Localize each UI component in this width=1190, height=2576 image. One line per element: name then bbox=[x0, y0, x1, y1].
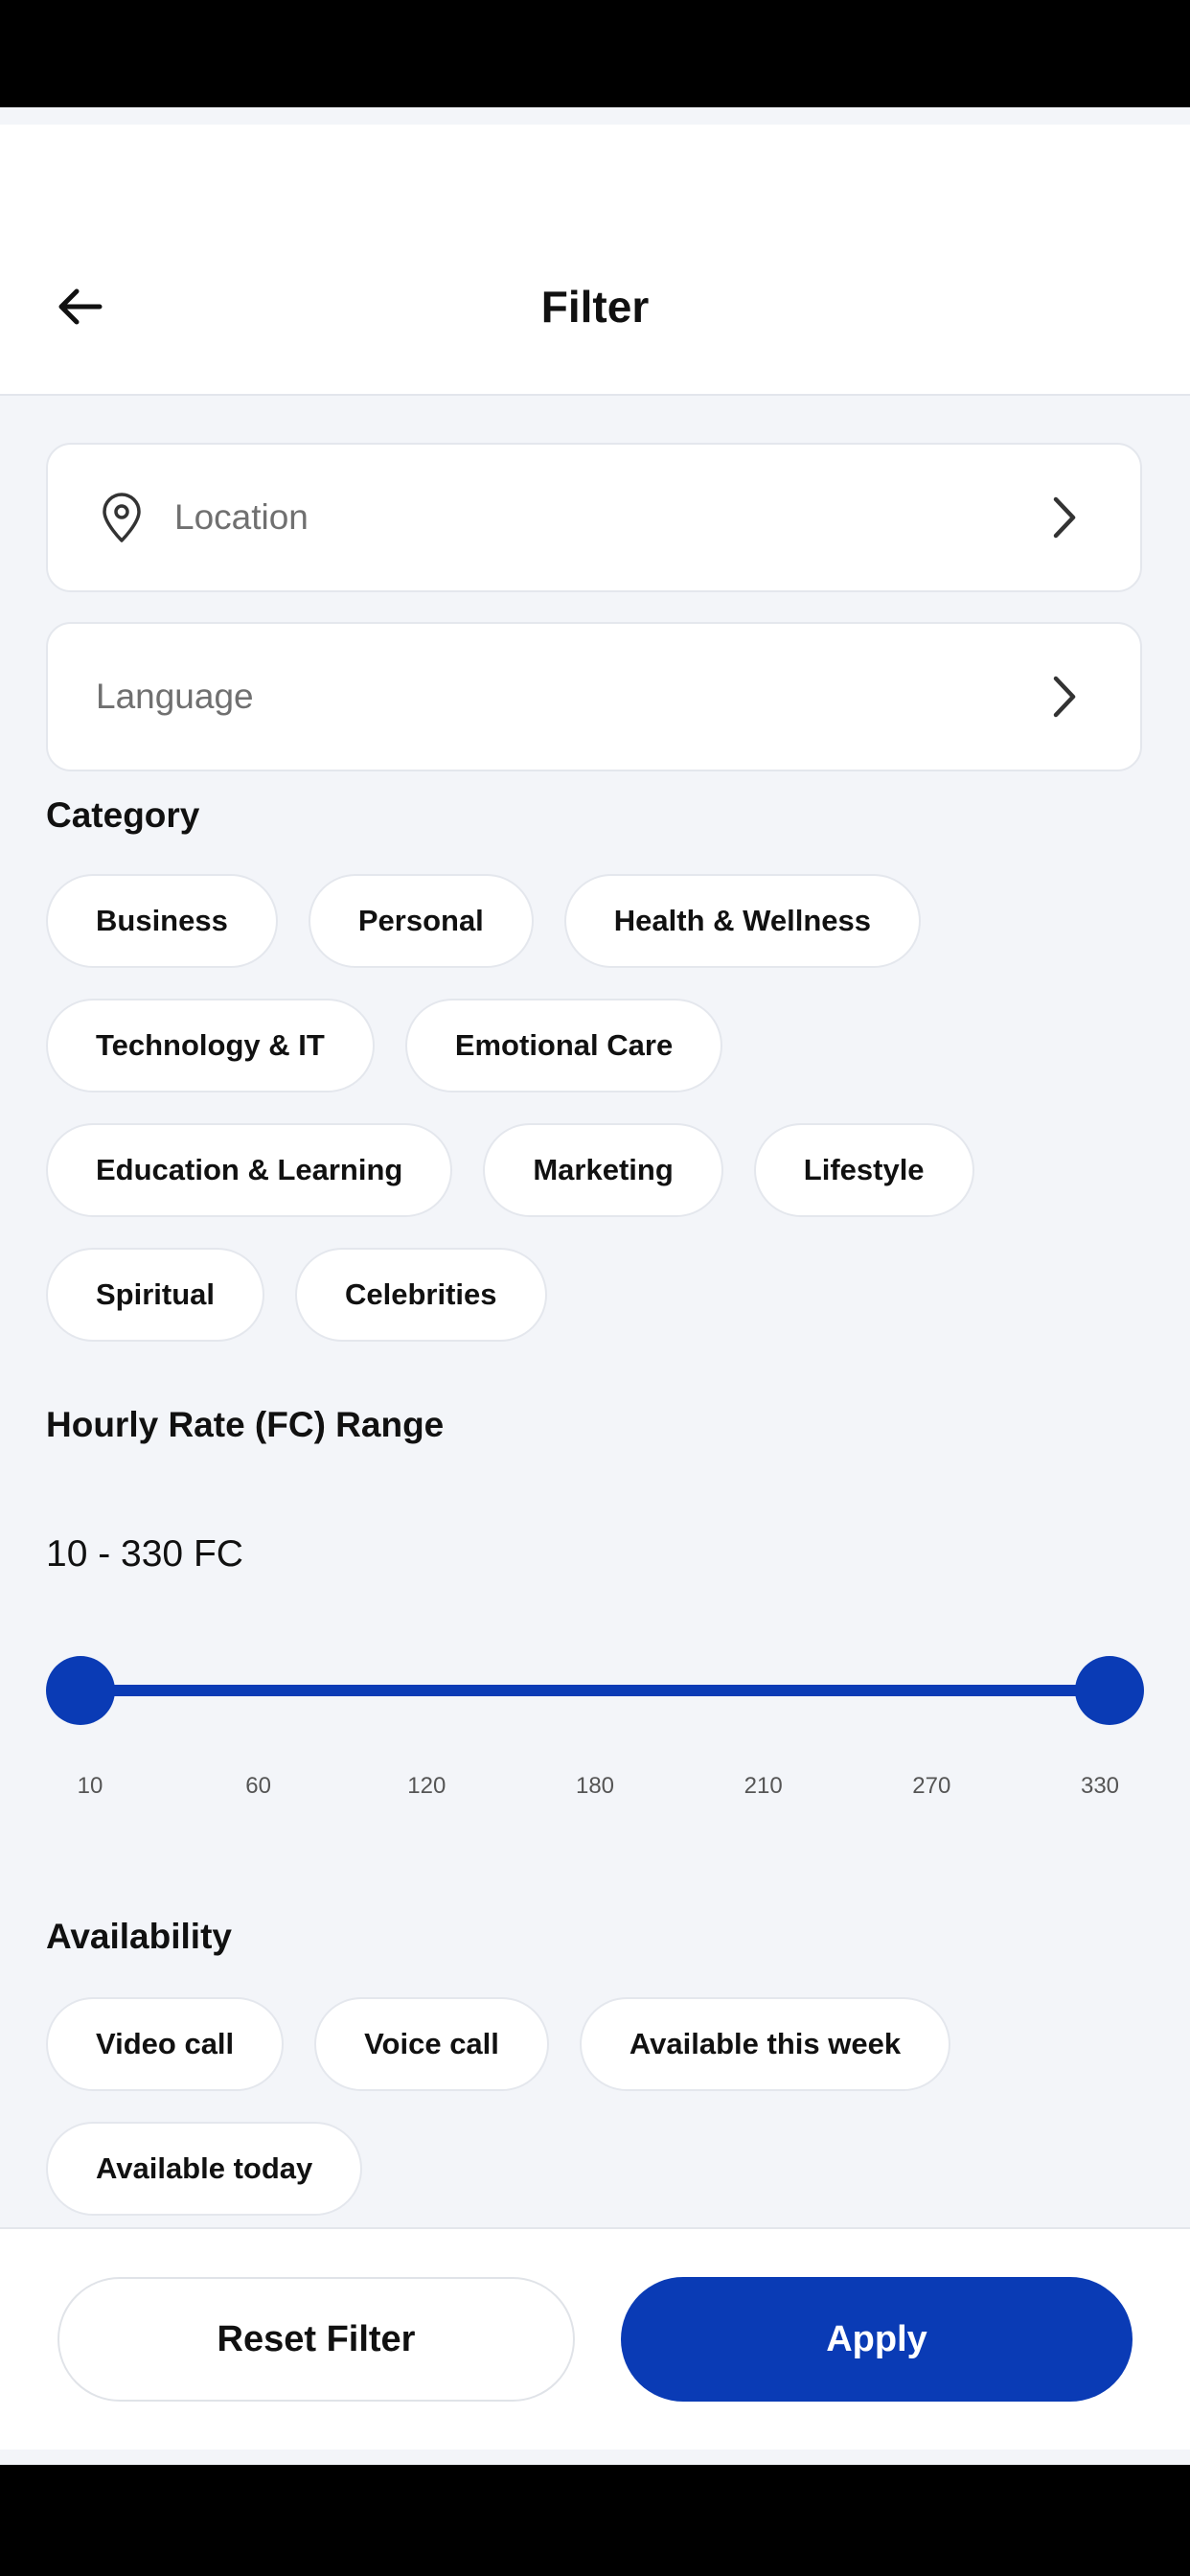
tick-label: 120 bbox=[407, 1773, 446, 1799]
map-pin-icon bbox=[103, 493, 141, 542]
slider-thumb-max[interactable] bbox=[1075, 1656, 1144, 1725]
chip-celebrities[interactable]: Celebrities bbox=[295, 1248, 547, 1342]
chip-business[interactable]: Business bbox=[46, 874, 278, 968]
chip-health-wellness[interactable]: Health & Wellness bbox=[563, 874, 921, 968]
category-chips: Business Personal Health & Wellness Tech… bbox=[46, 874, 1148, 1372]
availability-title: Availability bbox=[46, 1917, 232, 1956]
apply-button[interactable]: Apply bbox=[621, 2277, 1133, 2402]
tick-label: 210 bbox=[744, 1773, 783, 1799]
location-label: Location bbox=[174, 497, 309, 537]
chip-marketing[interactable]: Marketing bbox=[483, 1123, 723, 1217]
reset-filter-button[interactable]: Reset Filter bbox=[57, 2277, 575, 2402]
slider-tick-labels: 10 60 120 180 210 270 330 bbox=[46, 1773, 1144, 1811]
chip-voice-call[interactable]: Voice call bbox=[314, 1997, 549, 2091]
rate-title: Hourly Rate (FC) Range bbox=[46, 1405, 445, 1444]
category-title: Category bbox=[46, 795, 200, 835]
chip-available-today[interactable]: Available today bbox=[46, 2122, 363, 2216]
chip-video-call[interactable]: Video call bbox=[46, 1997, 285, 2091]
chip-education-learning[interactable]: Education & Learning bbox=[46, 1123, 453, 1217]
chip-row: Technology & IT Emotional Care bbox=[46, 999, 1148, 1092]
language-field[interactable]: Language bbox=[46, 622, 1142, 771]
slider-thumb-min[interactable] bbox=[46, 1656, 115, 1725]
chip-lifestyle[interactable]: Lifestyle bbox=[753, 1123, 974, 1217]
tick-label: 60 bbox=[245, 1773, 272, 1799]
tick-label: 180 bbox=[575, 1773, 615, 1799]
rate-range-slider[interactable] bbox=[46, 1656, 1144, 1725]
chip-row: Video call Voice call Available this wee… bbox=[46, 1997, 1148, 2091]
header-bar bbox=[0, 125, 1190, 396]
chip-personal[interactable]: Personal bbox=[308, 874, 534, 968]
rate-range-value: 10 - 330 FC bbox=[46, 1533, 243, 1575]
page-title: Filter bbox=[540, 282, 650, 332]
location-field[interactable]: Location bbox=[46, 443, 1142, 592]
chevron-right-icon bbox=[1053, 496, 1076, 539]
chip-available-this-week[interactable]: Available this week bbox=[579, 1997, 951, 2091]
availability-chips: Video call Voice call Available this wee… bbox=[46, 1997, 1148, 2246]
chip-technology-it[interactable]: Technology & IT bbox=[46, 999, 375, 1092]
tick-label: 10 bbox=[77, 1773, 103, 1799]
chip-row: Education & Learning Marketing Lifestyle bbox=[46, 1123, 1148, 1217]
chip-spiritual[interactable]: Spiritual bbox=[46, 1248, 265, 1342]
tick-label: 270 bbox=[912, 1773, 951, 1799]
chip-emotional-care[interactable]: Emotional Care bbox=[404, 999, 723, 1092]
chip-row: Available today bbox=[46, 2122, 1148, 2216]
chip-row: Spiritual Celebrities bbox=[46, 1248, 1148, 1342]
chip-row: Business Personal Health & Wellness bbox=[46, 874, 1148, 968]
slider-fill bbox=[80, 1685, 1110, 1696]
tick-label: 330 bbox=[1080, 1773, 1120, 1799]
language-label: Language bbox=[96, 677, 254, 716]
chevron-right-icon bbox=[1053, 676, 1076, 718]
